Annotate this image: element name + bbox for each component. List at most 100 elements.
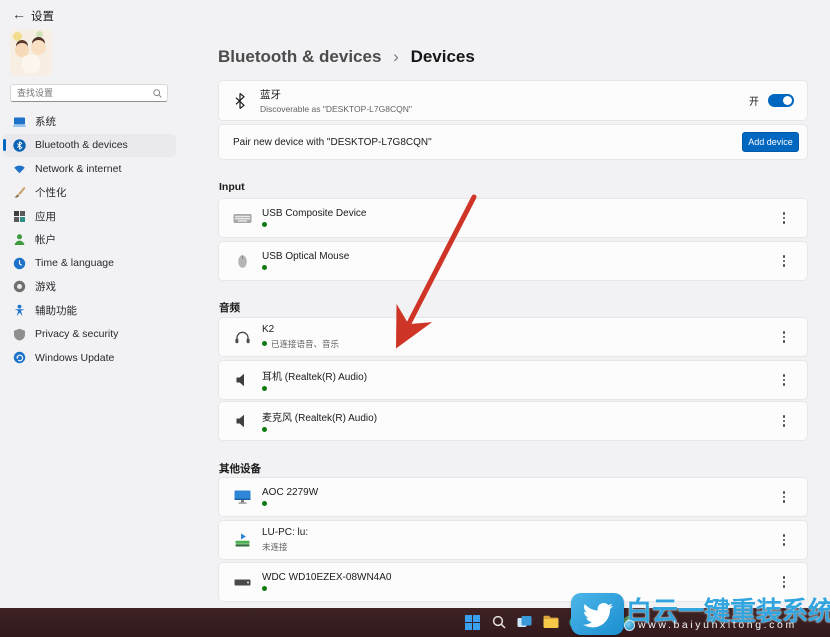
sidebar-item-label: 系统: [35, 114, 56, 129]
sidebar-item-accessibility[interactable]: 辅助功能: [3, 299, 176, 323]
breadcrumb: Bluetooth & devices › Devices: [218, 47, 475, 67]
speaker-icon: [232, 372, 252, 388]
windows-update-icon: [12, 351, 26, 365]
more-options-button[interactable]: [780, 488, 788, 505]
device-name: LU-PC: lu:: [262, 527, 308, 538]
sidebar-item-apps[interactable]: 应用: [3, 204, 176, 228]
mouse-icon: [232, 253, 252, 269]
more-options-button[interactable]: [780, 252, 788, 269]
avatar-decor: [13, 32, 22, 41]
sidebar-item-label: Time & language: [35, 257, 114, 269]
more-options-button[interactable]: [780, 209, 788, 226]
device-row-aoc-monitor[interactable]: AOC 2279W: [218, 477, 808, 517]
add-device-button[interactable]: Add device: [742, 132, 799, 152]
app-title: 设置: [31, 8, 54, 24]
system-icon: [12, 115, 26, 129]
device-name: AOC 2279W: [262, 487, 318, 498]
device-name: 耳机 (Realtek(R) Audio): [262, 368, 367, 383]
headphones-icon: [232, 329, 252, 345]
time-language-icon: [12, 256, 26, 270]
sidebar-item-privacy-security[interactable]: Privacy & security: [3, 322, 176, 346]
sidebar-item-network-internet[interactable]: Network & internet: [3, 157, 176, 181]
device-row-k2-headset[interactable]: K2 已连接语音、音乐: [218, 317, 808, 357]
bluetooth-icon: [233, 92, 247, 110]
settings-search[interactable]: [10, 84, 168, 102]
search-icon: [153, 89, 162, 98]
more-options-button[interactable]: [780, 573, 788, 590]
sidebar-item-label: 辅助功能: [35, 303, 77, 318]
breadcrumb-current: Devices: [411, 47, 475, 66]
taskbar-app-icon[interactable]: [620, 613, 637, 631]
device-status: 未连接: [262, 541, 288, 553]
task-view-icon[interactable]: [516, 613, 533, 631]
bluetooth-subtitle: Discoverable as "DESKTOP-L7G8CQN": [260, 104, 412, 114]
network-icon: [12, 162, 26, 176]
bluetooth-toggle[interactable]: [768, 94, 794, 107]
sidebar-item-system[interactable]: 系统: [3, 110, 176, 134]
sidebar-nav: 系统 Bluetooth & devices Network & interne…: [3, 110, 176, 370]
connected-dot: [262, 222, 267, 227]
media-server-icon: [232, 532, 252, 548]
breadcrumb-separator: ›: [393, 47, 399, 66]
device-row-wdc-drive[interactable]: WDC WD10EZEX-08WN4A0: [218, 562, 808, 602]
section-title-other-devices: 其他设备: [219, 461, 261, 476]
privacy-icon: [12, 327, 26, 341]
more-options-button[interactable]: [780, 412, 788, 429]
file-explorer-icon[interactable]: [542, 613, 559, 631]
connected-dot: [262, 586, 267, 591]
section-title-input: Input: [219, 181, 245, 193]
apps-icon: [12, 209, 26, 223]
device-row-headphone-realtek[interactable]: 耳机 (Realtek(R) Audio): [218, 360, 808, 400]
keyboard-icon: [232, 210, 252, 226]
connected-dot: [262, 265, 267, 270]
pair-device-card: Pair new device with "DESKTOP-L7G8CQN" A…: [218, 124, 808, 160]
device-row-lu-pc[interactable]: LU-PC: lu: 未连接: [218, 520, 808, 560]
pair-device-text: Pair new device with "DESKTOP-L7G8CQN": [233, 137, 432, 148]
device-row-usb-composite[interactable]: USB Composite Device: [218, 198, 808, 238]
more-options-button[interactable]: [780, 371, 788, 388]
connected-dot: [262, 386, 267, 391]
device-name: 麦克风 (Realtek(R) Audio): [262, 409, 377, 424]
sidebar-item-accounts[interactable]: 帐户: [3, 228, 176, 252]
bluetooth-toggle-card: 蓝牙 Discoverable as "DESKTOP-L7G8CQN" 开: [218, 80, 808, 121]
connected-dot: [262, 341, 267, 346]
sidebar-item-label: 应用: [35, 209, 56, 224]
connected-dot: [262, 501, 267, 506]
more-options-button[interactable]: [780, 531, 788, 548]
sidebar-item-time-language[interactable]: Time & language: [3, 252, 176, 276]
settings-gear-icon[interactable]: [594, 613, 611, 631]
taskbar-icons: [464, 613, 637, 631]
taskbar-search-icon[interactable]: [490, 613, 507, 631]
accounts-icon: [12, 233, 26, 247]
search-input[interactable]: [11, 88, 153, 98]
sidebar-item-label: Windows Update: [35, 352, 114, 364]
sidebar-item-gaming[interactable]: 游戏: [3, 275, 176, 299]
sidebar-item-windows-update[interactable]: Windows Update: [3, 346, 176, 370]
start-button-icon[interactable]: [464, 613, 481, 631]
device-row-microphone-realtek[interactable]: 麦克风 (Realtek(R) Audio): [218, 401, 808, 441]
section-title-audio: 音频: [219, 300, 240, 315]
device-name: K2: [262, 324, 339, 335]
sidebar-item-personalization[interactable]: 个性化: [3, 181, 176, 205]
edge-browser-icon[interactable]: [568, 613, 585, 631]
personalization-icon: [12, 186, 26, 200]
breadcrumb-parent[interactable]: Bluetooth & devices: [218, 47, 381, 66]
more-options-button[interactable]: [780, 328, 788, 345]
sidebar-item-label: 个性化: [35, 185, 67, 200]
avatar-decor: [36, 31, 43, 38]
accessibility-icon: [12, 304, 26, 318]
user-avatar[interactable]: [10, 29, 52, 76]
sidebar-item-bluetooth-devices[interactable]: Bluetooth & devices: [3, 134, 176, 158]
device-status: 已连接语音、音乐: [271, 338, 339, 350]
back-button[interactable]: ←: [12, 6, 26, 22]
toggle-knob: [783, 96, 792, 105]
device-name: USB Composite Device: [262, 208, 366, 219]
device-row-usb-mouse[interactable]: USB Optical Mouse: [218, 241, 808, 281]
avatar-face: [31, 40, 46, 55]
bluetooth-icon: [12, 138, 26, 152]
monitor-icon: [232, 489, 252, 505]
toggle-state-label: 开: [749, 93, 759, 108]
hard-drive-icon: [232, 574, 252, 590]
connected-dot: [262, 427, 267, 432]
speaker-icon: [232, 413, 252, 429]
